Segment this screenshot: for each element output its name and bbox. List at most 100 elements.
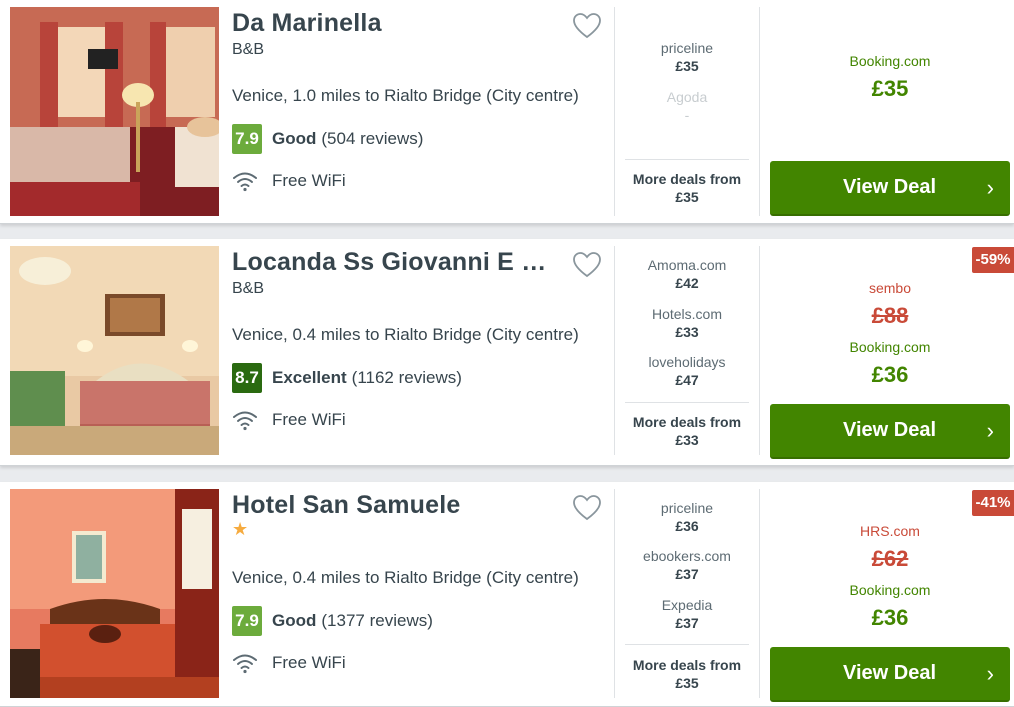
- hotel-name[interactable]: Locanda Ss Giovanni E …: [232, 248, 552, 277]
- strike-deal-provider[interactable]: sembo: [770, 280, 1010, 296]
- rating-label: Good: [272, 611, 317, 630]
- hotel-location: Venice, 0.4 miles to Rialto Bridge (City…: [232, 325, 579, 344]
- view-deal-button[interactable]: View Deal ›: [770, 161, 1010, 216]
- rating[interactable]: 7.9 Good (504 reviews): [232, 124, 423, 154]
- rating[interactable]: 7.9 Good (1377 reviews): [232, 606, 433, 636]
- more-deals-price: £35: [675, 675, 699, 691]
- hotel-card: Locanda Ss Giovanni E … B&B Venice, 0.4 …: [0, 239, 1014, 466]
- main-deal-price[interactable]: £35: [770, 76, 1010, 102]
- deal-price: £33: [675, 324, 699, 340]
- hotel-info: Da Marinella B&B Venice, 1.0 miles to Ri…: [232, 0, 612, 220]
- wifi-icon: [232, 652, 258, 674]
- chevron-right-icon: ›: [986, 175, 994, 200]
- main-deal-provider[interactable]: Booking.com: [770, 53, 1010, 69]
- rating-score-badge: 7.9: [232, 124, 262, 154]
- deal-price: £36: [675, 518, 699, 534]
- wifi-icon: [232, 409, 258, 431]
- rating-label: Good: [272, 129, 317, 148]
- deal-price: £42: [675, 275, 699, 291]
- view-deal-button[interactable]: View Deal ›: [770, 404, 1010, 459]
- deal-provider: ebookers.com: [643, 548, 731, 564]
- deals-separator: [625, 402, 749, 403]
- heart-outline-icon[interactable]: [572, 250, 602, 280]
- deal-option[interactable]: Agoda -: [625, 88, 749, 124]
- deal-provider: Amoma.com: [647, 257, 727, 273]
- rating[interactable]: 8.7 Excellent (1162 reviews): [232, 363, 462, 393]
- column-divider: [759, 7, 760, 216]
- deal-provider: Hotels.com: [651, 306, 723, 322]
- more-deals-label: More deals from: [632, 171, 742, 187]
- deals-separator: [625, 159, 749, 160]
- deal-price: £37: [675, 615, 699, 631]
- deal-option[interactable]: ebookers.com £37: [625, 547, 749, 583]
- main-deal-price[interactable]: £36: [770, 362, 1010, 388]
- review-count: (1377 reviews): [321, 611, 433, 630]
- other-deals: priceline £35 Agoda - More deals from £3…: [625, 0, 749, 220]
- main-deal: sembo £88 Booking.com £36 View Deal ›: [770, 239, 1010, 459]
- heart-outline-icon[interactable]: [572, 493, 602, 523]
- hotel-name[interactable]: Hotel San Samuele: [232, 491, 552, 520]
- hotel-location: Venice, 1.0 miles to Rialto Bridge (City…: [232, 86, 579, 105]
- more-deals-price: £35: [675, 189, 699, 205]
- deal-option[interactable]: Expedia £37: [625, 596, 749, 632]
- strike-deal-provider[interactable]: HRS.com: [770, 523, 1010, 539]
- amenity: Free WiFi: [232, 170, 346, 192]
- hotel-photo[interactable]: [10, 489, 219, 698]
- star-icon: ★: [232, 519, 249, 539]
- review-count: (504 reviews): [321, 129, 424, 148]
- column-divider: [759, 489, 760, 698]
- amenity-label: Free WiFi: [272, 653, 346, 672]
- rating-score-badge: 8.7: [232, 363, 262, 393]
- wifi-icon: [232, 170, 258, 192]
- view-deal-button[interactable]: View Deal ›: [770, 647, 1010, 702]
- heart-outline-icon[interactable]: [572, 11, 602, 41]
- hotel-name[interactable]: Da Marinella: [232, 9, 552, 38]
- more-deals-link[interactable]: More deals from £35: [625, 656, 749, 692]
- review-count: (1162 reviews): [351, 368, 462, 387]
- more-deals-link[interactable]: More deals from £33: [625, 413, 749, 449]
- hotel-info: Locanda Ss Giovanni E … B&B Venice, 0.4 …: [232, 239, 612, 459]
- hotel-location: Venice, 0.4 miles to Rialto Bridge (City…: [232, 568, 579, 587]
- column-divider: [614, 489, 615, 698]
- hotel-card: Hotel San Samuele ★ Venice, 0.4 miles to…: [0, 482, 1014, 707]
- hotel-info: Hotel San Samuele ★ Venice, 0.4 miles to…: [232, 482, 612, 702]
- deals-separator: [625, 644, 749, 645]
- rating-label: Excellent: [272, 368, 347, 387]
- deal-provider: Agoda: [666, 89, 708, 105]
- other-deals: Amoma.com £42 Hotels.com £33 loveholiday…: [625, 239, 749, 459]
- deal-option[interactable]: priceline £35: [625, 39, 749, 75]
- deal-provider: Expedia: [661, 597, 713, 613]
- main-deal-price[interactable]: £36: [770, 605, 1010, 631]
- column-divider: [614, 7, 615, 216]
- more-deals-label: More deals from: [632, 657, 742, 673]
- deal-option[interactable]: Hotels.com £33: [625, 305, 749, 341]
- main-deal-provider[interactable]: Booking.com: [770, 339, 1010, 355]
- main-deal-provider[interactable]: Booking.com: [770, 582, 1010, 598]
- chevron-right-icon: ›: [986, 418, 994, 443]
- hotel-photo[interactable]: [10, 7, 219, 216]
- more-deals-label: More deals from: [632, 414, 742, 430]
- deal-price: £47: [675, 372, 699, 388]
- hotel-card: Da Marinella B&B Venice, 1.0 miles to Ri…: [0, 0, 1014, 224]
- accommodation-type: B&B: [232, 41, 265, 58]
- amenity: Free WiFi: [232, 409, 346, 431]
- strike-deal-price[interactable]: £88: [770, 303, 1010, 329]
- more-deals-link[interactable]: More deals from £35: [625, 170, 749, 206]
- chevron-right-icon: ›: [986, 661, 994, 686]
- main-deal: Booking.com £35 View Deal ›: [770, 0, 1010, 220]
- amenity: Free WiFi: [232, 652, 346, 674]
- strike-deal-price[interactable]: £62: [770, 546, 1010, 572]
- hotel-photo[interactable]: [10, 246, 219, 455]
- other-deals: priceline £36 ebookers.com £37 Expedia £…: [625, 482, 749, 702]
- deal-option[interactable]: priceline £36: [625, 499, 749, 535]
- view-deal-label: View Deal: [843, 419, 937, 441]
- view-deal-label: View Deal: [843, 176, 937, 198]
- column-divider: [759, 246, 760, 455]
- deal-option[interactable]: loveholidays £47: [625, 353, 749, 389]
- deal-option[interactable]: Amoma.com £42: [625, 256, 749, 292]
- deal-provider: priceline: [660, 40, 714, 56]
- rating-score-badge: 7.9: [232, 606, 262, 636]
- amenity-label: Free WiFi: [272, 410, 346, 429]
- deal-provider: loveholidays: [648, 354, 726, 370]
- main-deal: HRS.com £62 Booking.com £36 View Deal ›: [770, 482, 1010, 702]
